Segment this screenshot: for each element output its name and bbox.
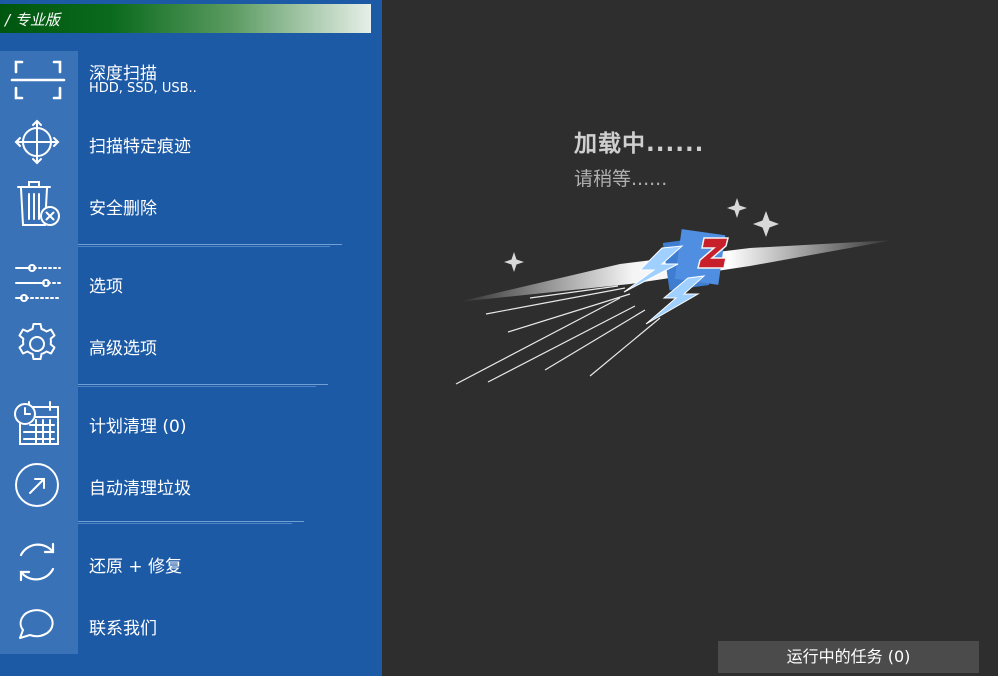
menu-label-options: 选项	[89, 277, 123, 297]
menu-item-restore-repair[interactable]: 还原 + 修复	[0, 532, 360, 592]
menu-item-contact-us[interactable]: 联系我们	[0, 594, 360, 654]
loading-title: 加载中......	[574, 131, 705, 157]
menu-separator-3	[78, 521, 304, 524]
speed-lines	[455, 285, 661, 385]
menu-separator-1	[78, 244, 342, 247]
menu-item-auto-clean[interactable]: 自动清理垃圾	[0, 454, 360, 514]
menu-label-scan-traces: 扫描特定痕迹	[89, 137, 191, 157]
menu-label-secure-delete: 安全删除	[89, 199, 157, 219]
menu-item-scan-traces[interactable]: 扫描特定痕迹	[0, 112, 360, 172]
menu-label-restore-repair: 还原 + 修复	[89, 557, 183, 577]
trash-delete-icon	[10, 178, 66, 230]
menu-sublabel-deep-scan: HDD, SSD, USB..	[89, 81, 197, 96]
refresh-icon	[10, 536, 66, 588]
menu-separator-2	[78, 384, 328, 387]
menu-item-deep-scan[interactable]: 深度扫描 HDD, SSD, USB..	[0, 50, 360, 110]
menu-item-options[interactable]: 选项	[0, 252, 360, 312]
chat-bubble-icon	[10, 598, 66, 650]
menu-item-advanced-options[interactable]: 高级选项	[0, 314, 360, 374]
loading-subtitle: 请稍等......	[574, 168, 668, 190]
running-tasks-button[interactable]: 运行中的任务 (0)	[718, 641, 979, 673]
auto-arrow-icon	[10, 458, 66, 510]
menu-item-secure-delete[interactable]: 安全删除	[0, 174, 360, 234]
menu-label-auto-clean: 自动清理垃圾	[89, 479, 191, 499]
menu-label-advanced-options: 高级选项	[89, 339, 157, 359]
menu-item-scheduled-clean[interactable]: 计划清理 (0)	[0, 392, 360, 452]
sidebar: / 专业版 深度扫描 HDD, SSD, USB.. 扫描特定痕迹 安全删除 选…	[0, 0, 382, 676]
menu-label-contact-us: 联系我们	[89, 619, 157, 639]
scan-frame-icon	[10, 54, 66, 106]
menu-label-scheduled-clean: 计划清理 (0)	[89, 417, 187, 437]
edition-banner: / 专业版	[0, 4, 371, 33]
gear-icon	[10, 318, 66, 370]
loading-illustration	[455, 198, 894, 385]
calendar-clock-icon	[10, 396, 66, 448]
app-title: / 专业版	[5, 11, 60, 29]
crosshair-icon	[10, 116, 66, 168]
sliders-icon	[10, 256, 66, 308]
